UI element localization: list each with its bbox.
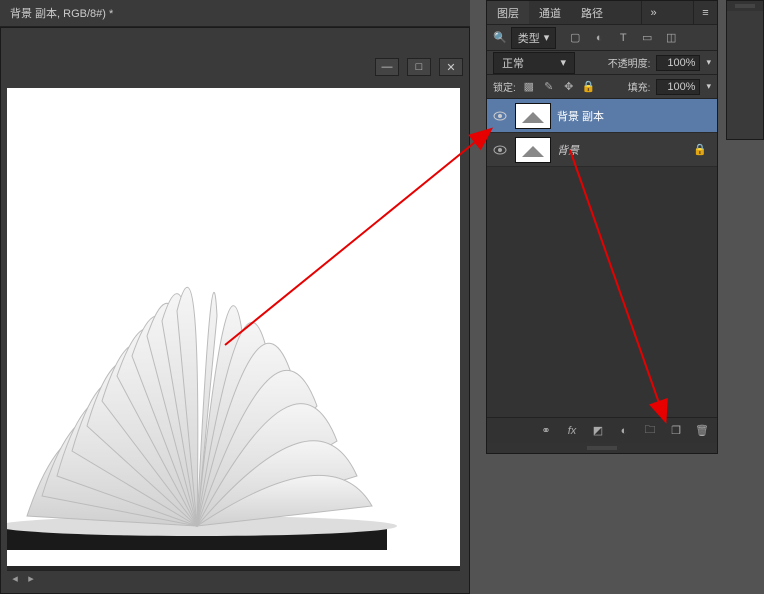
scroll-left-arrow-icon[interactable]: ◂ (7, 571, 23, 587)
restore-button[interactable]: □ (407, 58, 431, 76)
blend-row: 正常 ▾ 不透明度: 100% ▾ (487, 51, 717, 75)
eye-icon (493, 145, 507, 155)
layer-mask-icon[interactable]: ◩ (591, 424, 605, 438)
link-layers-icon[interactable]: ⚭ (539, 424, 553, 438)
tab-layers[interactable]: 图层 (487, 1, 529, 24)
eye-icon (493, 111, 507, 121)
book-image (7, 176, 427, 566)
visibility-toggle[interactable] (491, 107, 509, 125)
blend-mode-select[interactable]: 正常 ▾ (493, 52, 575, 74)
tab-channels[interactable]: 通道 (529, 1, 571, 24)
layer-fx-icon[interactable]: fx (565, 424, 579, 438)
blend-mode-value: 正常 (502, 55, 524, 71)
chevron-down-icon: ▾ (560, 56, 566, 69)
chevron-down-icon: ▾ (544, 31, 550, 44)
filter-kind-select[interactable]: 类型 ▾ (511, 27, 557, 49)
layers-panel: 图层 通道 路径 » ≡ 🔍 类型 ▾ ▢ ◐ T ▭ ◫ 正常 ▾ 不透明度:… (486, 0, 718, 454)
window-controls: — □ ✕ (375, 58, 463, 76)
minimize-button[interactable]: — (375, 58, 399, 76)
layer-list-empty-area[interactable] (487, 167, 717, 417)
opacity-label: 不透明度: (608, 55, 651, 70)
horizontal-scrollbar[interactable]: ◂ ▸ (7, 570, 460, 586)
fill-label: 填充: (628, 79, 651, 94)
fill-value: 100% (667, 81, 695, 93)
layer-filter-row: 🔍 类型 ▾ ▢ ◐ T ▭ ◫ (487, 25, 717, 51)
layer-row[interactable]: 背景 🔒 (487, 133, 717, 167)
new-layer-icon[interactable]: ❐ (669, 424, 683, 438)
menu-icon: ≡ (702, 7, 708, 19)
panel-tabs: 图层 通道 路径 » ≡ (487, 1, 717, 25)
layer-list: 背景 副本 背景 🔒 (487, 99, 717, 417)
document-tab-bar: 背景 副本, RGB/8#) * (0, 0, 470, 27)
layer-group-icon[interactable]: 🗀 (643, 424, 657, 438)
dock-grip[interactable] (727, 1, 763, 11)
delete-layer-icon[interactable]: 🗑 (695, 424, 709, 438)
lock-move-icon[interactable]: ✥ (562, 80, 576, 94)
layer-panel-footer: ⚭ fx ◩ ◐ 🗀 ❐ 🗑 (487, 417, 717, 443)
lock-brush-icon[interactable]: ✎ (542, 80, 556, 94)
tab-paths[interactable]: 路径 (571, 1, 613, 24)
lock-all-icon[interactable]: 🔒 (582, 80, 596, 94)
canvas[interactable] (7, 88, 460, 566)
chevron-double-icon: » (650, 7, 656, 19)
panel-resize-grip[interactable] (487, 443, 717, 453)
panel-menu-button[interactable]: » (641, 1, 665, 24)
layer-thumbnail[interactable] (515, 103, 551, 129)
document-tab-label[interactable]: 背景 副本, RGB/8#) * (0, 5, 123, 21)
collapsed-dock[interactable] (726, 0, 764, 140)
close-button[interactable]: ✕ (439, 58, 463, 76)
layer-name-label[interactable]: 背景 (557, 142, 579, 158)
panel-options-button[interactable]: ≡ (693, 1, 717, 24)
chevron-down-icon[interactable]: ▾ (706, 57, 711, 68)
opacity-value: 100% (667, 57, 695, 69)
adjustment-layer-icon[interactable]: ◐ (617, 424, 631, 438)
fill-input[interactable]: 100% (656, 79, 700, 95)
scroll-right-arrow-icon[interactable]: ▸ (23, 571, 39, 587)
layer-thumbnail[interactable] (515, 137, 551, 163)
lock-icon: 🔒 (693, 143, 707, 156)
visibility-toggle[interactable] (491, 141, 509, 159)
lock-label: 锁定: (493, 79, 516, 94)
canvas-area: ◂ ▸ (7, 88, 460, 586)
filter-pixel-icon[interactable]: ▢ (568, 31, 582, 45)
opacity-input[interactable]: 100% (656, 55, 700, 71)
document-window: — □ ✕ (0, 27, 470, 594)
filter-adjust-icon[interactable]: ◐ (592, 31, 606, 45)
filter-type-icon[interactable]: T (616, 31, 630, 45)
filter-smart-icon[interactable]: ◫ (664, 31, 678, 45)
filter-kind-label: 类型 (518, 30, 540, 46)
lock-transparent-icon[interactable]: ▩ (522, 80, 536, 94)
filter-search-icon: 🔍 (493, 31, 507, 44)
lock-row: 锁定: ▩ ✎ ✥ 🔒 填充: 100% ▾ (487, 75, 717, 99)
layer-name-label[interactable]: 背景 副本 (557, 108, 604, 124)
filter-icons: ▢ ◐ T ▭ ◫ (568, 31, 678, 45)
chevron-down-icon[interactable]: ▾ (706, 81, 711, 92)
layer-row[interactable]: 背景 副本 (487, 99, 717, 133)
lock-icons: ▩ ✎ ✥ 🔒 (522, 80, 596, 94)
filter-shape-icon[interactable]: ▭ (640, 31, 654, 45)
